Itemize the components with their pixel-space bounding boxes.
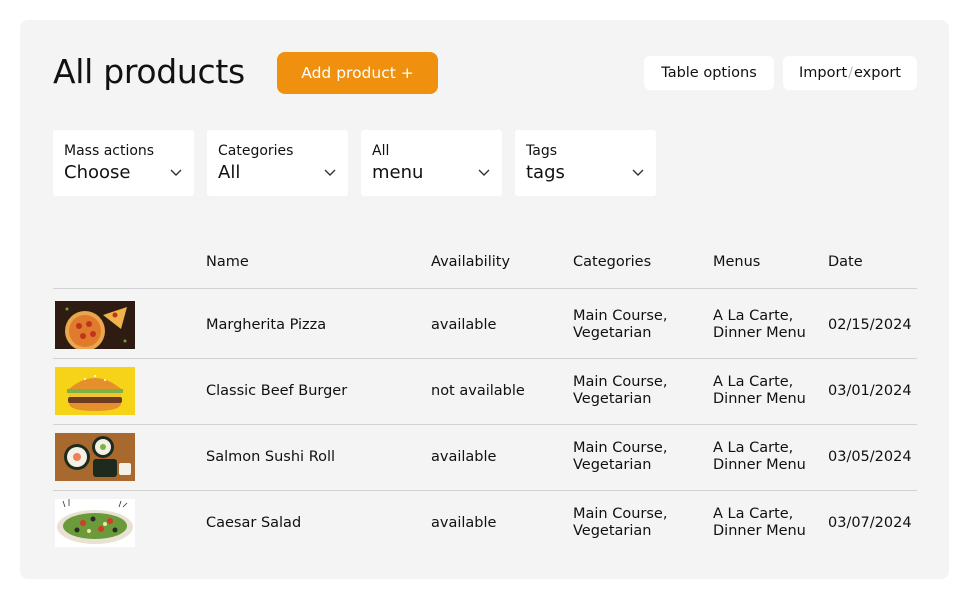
menus: A La Carte, Dinner Menu <box>713 440 806 474</box>
category-line: Main Course, <box>573 374 668 390</box>
availability: available <box>431 515 497 531</box>
menu-line: Dinner Menu <box>713 523 806 539</box>
filter-label: Mass actions <box>64 143 155 159</box>
menus: A La Carte, Dinner Menu <box>713 506 806 540</box>
mass-actions-dropdown[interactable]: Mass actions Choose <box>53 130 194 196</box>
column-header-availability[interactable]: Availability <box>431 254 510 270</box>
filter-value: tags <box>526 162 565 183</box>
date: 03/01/2024 <box>828 383 912 399</box>
date: 03/07/2024 <box>828 515 912 531</box>
add-product-button[interactable]: Add product + <box>277 52 438 94</box>
category-line: Vegetarian <box>573 325 652 341</box>
menu-line: A La Carte, <box>713 308 794 324</box>
availability: not available <box>431 383 525 399</box>
column-header-menus[interactable]: Menus <box>713 254 760 270</box>
table-row[interactable]: Classic Beef Burger not available Main C… <box>20 358 949 424</box>
chevron-down-icon <box>478 169 490 176</box>
page-title: All products <box>53 52 245 91</box>
column-header-categories[interactable]: Categories <box>573 254 651 270</box>
categories-dropdown[interactable]: Categories All <box>207 130 348 196</box>
filter-value: All <box>218 162 241 183</box>
menus: A La Carte, Dinner Menu <box>713 374 806 408</box>
import-export-separator: / <box>848 65 854 81</box>
salad-thumbnail <box>55 499 135 547</box>
menu-line: A La Carte, <box>713 374 794 390</box>
import-export-button[interactable]: Import / export <box>783 56 917 90</box>
menu-line: A La Carte, <box>713 440 794 456</box>
menu-line: Dinner Menu <box>713 391 806 407</box>
filter-label: All <box>372 143 390 159</box>
menu-line: Dinner Menu <box>713 325 806 341</box>
chevron-down-icon <box>324 169 336 176</box>
categories: Main Course, Vegetarian <box>573 308 667 342</box>
product-name[interactable]: Margherita Pizza <box>206 317 326 333</box>
filter-label: Categories <box>218 143 294 159</box>
export-label: export <box>854 65 901 81</box>
categories: Main Course, Vegetarian <box>573 506 667 540</box>
column-header-name[interactable]: Name <box>206 254 249 270</box>
menu-line: A La Carte, <box>713 506 794 522</box>
category-line: Main Course, <box>573 440 668 456</box>
table-row[interactable]: Caesar Salad available Main Course, Vege… <box>20 490 949 556</box>
chevron-down-icon <box>632 169 644 176</box>
sushi-thumbnail <box>55 433 135 481</box>
categories: Main Course, Vegetarian <box>573 374 667 408</box>
pizza-thumbnail <box>55 301 135 349</box>
category-line: Vegetarian <box>573 457 652 473</box>
product-name[interactable]: Caesar Salad <box>206 515 301 531</box>
import-label: Import <box>799 65 848 81</box>
filter-value: menu <box>372 162 424 183</box>
chevron-down-icon <box>170 169 182 176</box>
products-panel: All products Add product + Table options… <box>20 20 949 579</box>
category-line: Main Course, <box>573 308 668 324</box>
availability: available <box>431 449 497 465</box>
category-line: Vegetarian <box>573 523 652 539</box>
availability: available <box>431 317 497 333</box>
product-name[interactable]: Salmon Sushi Roll <box>206 449 335 465</box>
table-options-button[interactable]: Table options <box>644 56 774 90</box>
table-row[interactable]: Salmon Sushi Roll available Main Course,… <box>20 424 949 490</box>
column-header-date[interactable]: Date <box>828 254 863 270</box>
date: 03/05/2024 <box>828 449 912 465</box>
menu-line: Dinner Menu <box>713 457 806 473</box>
burger-thumbnail <box>55 367 135 415</box>
menus: A La Carte, Dinner Menu <box>713 308 806 342</box>
filter-value: Choose <box>64 162 131 183</box>
menu-dropdown[interactable]: All menu <box>361 130 502 196</box>
categories: Main Course, Vegetarian <box>573 440 667 474</box>
filter-label: Tags <box>526 143 557 159</box>
table-row[interactable]: Margherita Pizza available Main Course, … <box>20 292 949 358</box>
category-line: Main Course, <box>573 506 668 522</box>
product-name[interactable]: Classic Beef Burger <box>206 383 347 399</box>
date: 02/15/2024 <box>828 317 912 333</box>
category-line: Vegetarian <box>573 391 652 407</box>
tags-dropdown[interactable]: Tags tags <box>515 130 656 196</box>
divider <box>53 288 917 289</box>
